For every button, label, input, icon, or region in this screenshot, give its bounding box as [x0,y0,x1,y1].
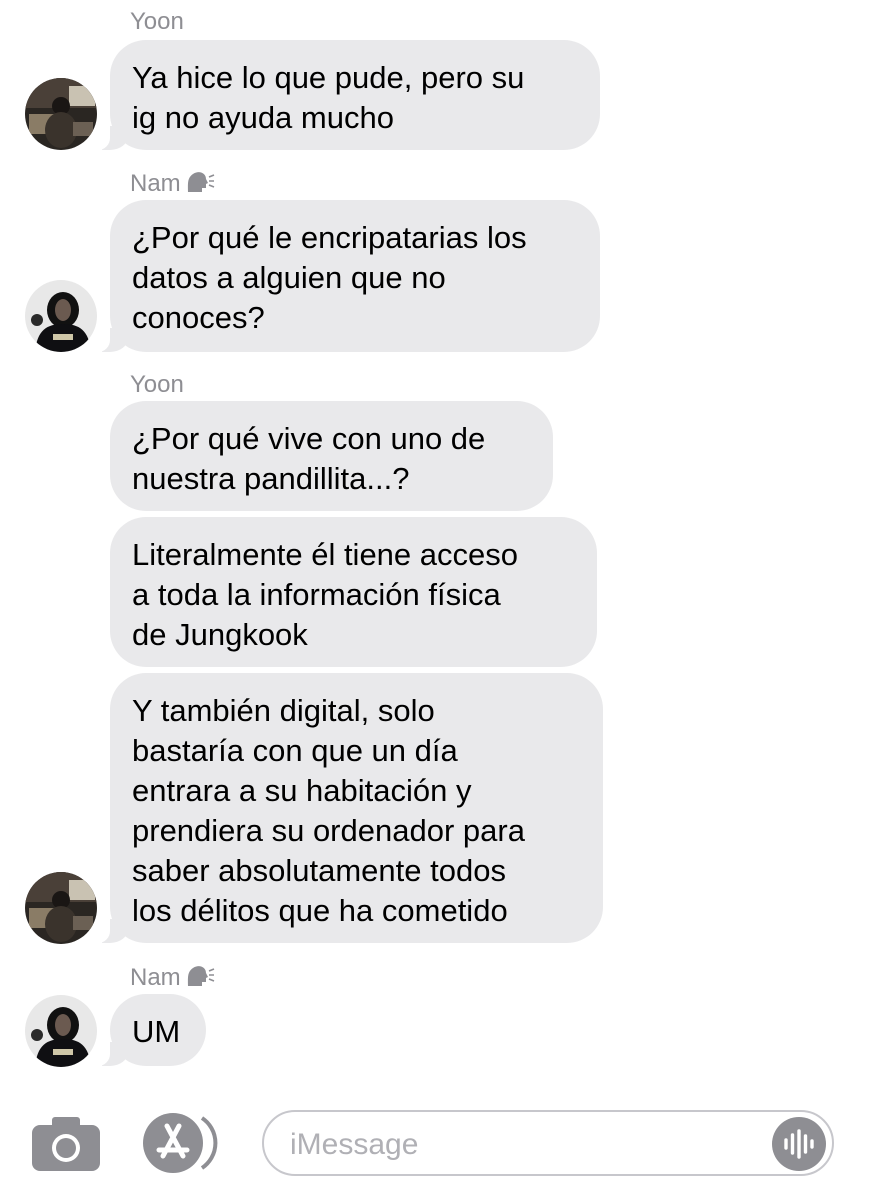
audio-record-button[interactable] [772,1117,826,1171]
sender-name-label: Nam [130,170,181,197]
camera-icon [32,1117,100,1171]
apps-button[interactable] [142,1112,220,1174]
nam-avatar-image [25,995,97,1067]
message-bubble[interactable]: ¿Por qué le encripatarias los datos a al… [96,200,600,352]
speaking-head-icon [185,964,215,995]
sender-name-label: Nam [130,964,181,991]
nam-avatar[interactable] [25,280,97,352]
yoon-avatar[interactable] [25,78,97,150]
nam-avatar-image [25,280,97,352]
nam-avatar[interactable] [25,995,97,1067]
app-store-icon [143,1113,218,1173]
imessage-input[interactable]: iMessage [262,1110,834,1176]
sender-name-nam: Nam [130,170,215,201]
camera-button[interactable] [32,1117,100,1171]
sender-name-yoon: Yoon [130,8,184,35]
sender-name-yoon: Yoon [130,371,184,398]
yoon-avatar[interactable] [25,872,97,944]
yoon-avatar-image [25,872,97,944]
audio-waveform-icon [784,1129,814,1159]
sender-name-nam: Nam [130,964,215,995]
imessage-placeholder: iMessage [290,1128,419,1161]
message-bubble[interactable]: UM [96,994,206,1066]
message-composer: iMessage [0,1090,869,1200]
message-bubble[interactable]: Literalmente él tiene acceso a toda la i… [110,517,597,667]
yoon-avatar-image [25,78,97,150]
message-bubble[interactable]: Ya hice lo que pude, pero su ig no ayuda… [96,40,600,150]
speaking-head-icon [185,170,215,201]
message-bubble[interactable]: Y también digital, solo bastaría con que… [96,673,603,943]
message-bubble[interactable]: ¿Por qué vive con uno de nuestra pandill… [110,401,553,511]
